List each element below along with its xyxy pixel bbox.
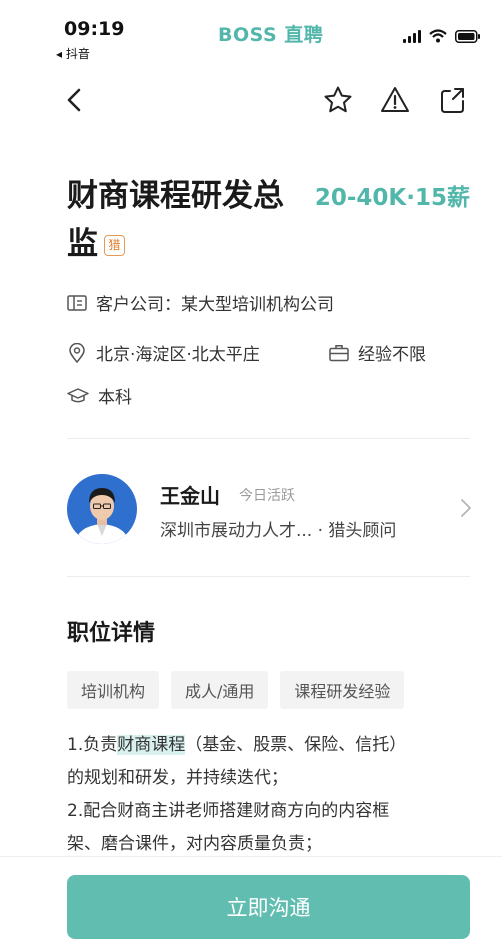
recruiter-company-role[interactable]: 深圳市展动力人才... · 猎头顾问 [160,516,396,541]
location-text: 北京·海淀区·北太平庄 [96,345,260,365]
job-description: 1.负责财商课程（基金、股票、保险、信托） 的规划和研发，并持续迭代； 2.配合… [67,729,472,861]
description-text: 1.负责 [67,735,118,755]
tag-list: 培训机构 成人/通用 课程研发经验 [67,671,405,709]
section-title: 职位详情 [67,621,156,646]
divider [67,576,470,577]
chevron-right-icon[interactable] [460,498,472,518]
chat-now-button[interactable]: 立即沟通 [67,875,470,939]
recruiter-name[interactable]: 王金山 [160,480,220,509]
share-icon[interactable] [437,84,469,116]
location-icon [69,342,85,363]
salary: 20-40K·15薪 [314,185,470,211]
education-text: 本科 [98,388,132,408]
description-line: 的规划和研发，并持续迭代； [67,768,288,788]
description-line: 2.配合财商主讲老师搭建财商方向的内容框 [67,801,390,821]
job-title-text: 财商课程研发总监 [67,178,284,262]
description-text: （基金、股票、保险、信托） [185,735,407,755]
briefcase-icon [329,344,349,361]
recruiter-active-status: 今日活跃 [239,488,295,504]
client-company-row: 客户公司：某大型培训机构公司 [67,290,334,315]
job-title: 财商课程研发总监猎 [67,172,307,268]
graduation-cap-icon [67,387,89,402]
description-line: 1.负责财商课程（基金、股票、保险、信托） [67,729,472,762]
avatar[interactable] [67,474,137,544]
tag: 成人/通用 [171,671,269,709]
status-icons [403,28,481,44]
location-row: 北京·海淀区·北太平庄 [67,340,260,365]
status-time: 09:19 [64,18,125,40]
tag: 课程研发经验 [280,671,405,709]
highlighted-keyword[interactable]: 财商课程 [117,735,186,755]
warning-icon[interactable] [379,84,411,116]
education-row: 本科 [67,383,132,408]
wifi-icon [429,29,447,43]
brand-title: BOSS 直聘 [218,24,324,46]
star-icon[interactable] [322,84,354,116]
back-arrow-icon[interactable] [60,84,92,116]
divider [67,438,470,439]
company-icon [67,294,87,311]
battery-icon [455,29,480,43]
signal-icon [403,29,421,43]
experience-row: 经验不限 [329,340,426,365]
hunter-badge: 猎 [104,235,125,256]
experience-text: 经验不限 [358,345,426,365]
back-to-app-link[interactable]: ◂ 抖音 [56,45,90,62]
tag: 培训机构 [67,671,160,709]
client-company-text: 客户公司：某大型培训机构公司 [96,295,334,315]
